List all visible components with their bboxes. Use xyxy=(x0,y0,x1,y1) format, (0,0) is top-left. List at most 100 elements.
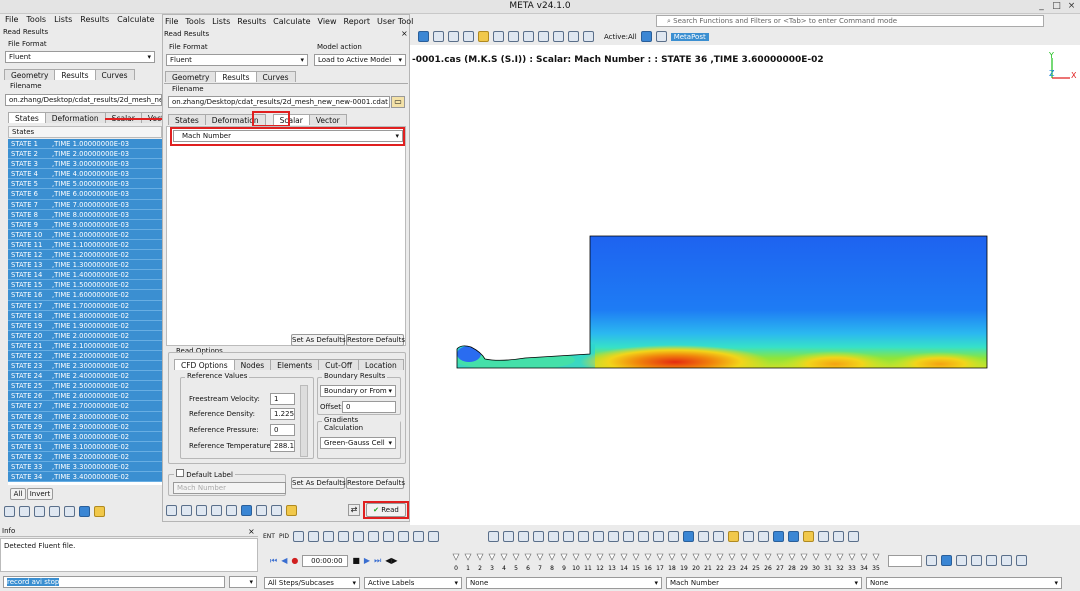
subtab-vector[interactable]: Vector xyxy=(308,114,347,125)
offset-input[interactable]: 0 xyxy=(342,401,396,413)
box-icon[interactable] xyxy=(818,531,829,542)
tb-icon-c[interactable] xyxy=(322,531,334,542)
state-row[interactable]: STATE 2 ,TIME 2.00000000E-03 xyxy=(8,149,162,160)
command-input[interactable]: record avi stop xyxy=(3,576,225,588)
play-icon[interactable]: ▶ xyxy=(364,556,370,565)
state-row[interactable]: STATE 24 ,TIME 2.40000000E-02 xyxy=(8,371,162,382)
vector-select[interactable]: None xyxy=(866,577,1062,589)
tb-icon-g[interactable] xyxy=(382,531,394,542)
p-icon[interactable] xyxy=(926,555,937,566)
state-row[interactable]: STATE 20 ,TIME 2.00000000E-02 xyxy=(8,330,162,341)
tb-icon-e[interactable] xyxy=(352,531,364,542)
option-tab-nodes[interactable]: Nodes xyxy=(233,359,272,370)
tb-icon-d[interactable] xyxy=(337,531,349,542)
fill-icon[interactable] xyxy=(971,555,982,566)
tab-geometry[interactable]: Geometry xyxy=(165,71,217,82)
undo-icon[interactable] xyxy=(1016,555,1027,566)
menu-tools[interactable]: Tools xyxy=(185,17,205,26)
dlg-add-set-icon[interactable] xyxy=(211,505,222,516)
tb-icon-f[interactable] xyxy=(367,531,379,542)
state-row[interactable]: STATE 31 ,TIME 3.10000000E-02 xyxy=(8,441,162,452)
target-icon[interactable] xyxy=(448,31,459,42)
state-row[interactable]: STATE 7 ,TIME 7.00000000E-03 xyxy=(8,199,162,210)
sun-icon[interactable] xyxy=(728,531,739,542)
bg-subtab-deformation[interactable]: Deformation xyxy=(44,112,106,123)
state-row[interactable]: STATE 12 ,TIME 1.20000000E-02 xyxy=(8,250,162,261)
info-close-icon[interactable]: × xyxy=(248,527,255,536)
ref-temperature-input[interactable]: 288.16 xyxy=(270,440,295,452)
menu-file[interactable]: File xyxy=(165,17,178,26)
state-row[interactable]: STATE 9 ,TIME 9.00000000E-03 xyxy=(8,219,162,230)
add-icon[interactable] xyxy=(4,506,15,517)
pid-icon[interactable]: PID xyxy=(279,533,289,540)
copy-icon[interactable] xyxy=(563,531,574,542)
pipette-icon[interactable] xyxy=(956,555,967,566)
option-tab-cfd[interactable]: CFD Options xyxy=(174,359,235,370)
hidden-icon[interactable] xyxy=(668,531,679,542)
bg-menu-results[interactable]: Results xyxy=(80,15,109,27)
bg-menu-tools[interactable]: Tools xyxy=(26,15,46,27)
option-tab-location[interactable]: Location xyxy=(358,359,404,370)
dlg-check-set2-icon[interactable] xyxy=(271,505,282,516)
tb-icon-i[interactable] xyxy=(412,531,424,542)
gradients-select[interactable]: Green-Gauss Cell xyxy=(320,437,396,449)
camera-icon[interactable] xyxy=(568,31,579,42)
close-button[interactable]: × xyxy=(1066,1,1077,12)
tb-icon-j[interactable] xyxy=(427,531,439,542)
grid-icon[interactable] xyxy=(433,31,444,42)
record-icon[interactable]: ● xyxy=(291,556,298,565)
face-icon[interactable] xyxy=(623,531,634,542)
bg-filename-input[interactable]: on.zhang/Desktop/cdat_results/2d_mesh_ne… xyxy=(5,94,162,106)
frame-icon[interactable] xyxy=(548,531,559,542)
dlg-hand-icon[interactable] xyxy=(286,505,297,516)
state-row[interactable]: STATE 33 ,TIME 3.30000000E-02 xyxy=(8,462,162,473)
menu-calculate[interactable]: Calculate xyxy=(273,17,310,26)
wave-icon[interactable] xyxy=(34,506,45,517)
cube2-icon[interactable] xyxy=(698,531,709,542)
mesh-icon[interactable] xyxy=(758,531,769,542)
stop-icon[interactable]: ■ xyxy=(352,556,360,565)
select-mode-icon[interactable] xyxy=(773,531,784,542)
state-row[interactable]: STATE 30 ,TIME 3.00000000E-02 xyxy=(8,431,162,442)
bg-menu-lists[interactable]: Lists xyxy=(54,15,72,27)
dlg-cube-icon[interactable] xyxy=(241,505,252,516)
state-row[interactable]: STATE 1 ,TIME 1.00000000E-03 xyxy=(8,139,162,150)
align-icon[interactable] xyxy=(418,31,429,42)
orbit-icon[interactable] xyxy=(463,31,474,42)
comment-icon[interactable] xyxy=(508,31,519,42)
menu-report[interactable]: Report xyxy=(344,17,371,26)
tab-curves[interactable]: Curves xyxy=(255,71,296,82)
timeline-frames[interactable]: 0 1 2 3 4 5 6 7 8 9 10 11 12 13 14 15 16 17 18 19 20 21 22 23 24… xyxy=(450,552,890,576)
metapost-tab[interactable]: MetaPost xyxy=(670,32,709,41)
bg-tab-geometry[interactable]: Geometry xyxy=(4,69,56,80)
state-row[interactable]: STATE 27 ,TIME 2.70000000E-02 xyxy=(8,401,162,412)
wire-icon[interactable] xyxy=(653,531,664,542)
globe-icon[interactable] xyxy=(638,531,649,542)
cube3-icon[interactable] xyxy=(713,531,724,542)
bg-tab-curves[interactable]: Curves xyxy=(94,69,135,80)
plus-icon[interactable] xyxy=(503,531,514,542)
minus-icon[interactable] xyxy=(518,531,529,542)
boundary-select[interactable]: Boundary or From xyxy=(320,385,396,397)
annotation-icon[interactable] xyxy=(493,31,504,42)
state-row[interactable]: STATE 22 ,TIME 2.20000000E-02 xyxy=(8,350,162,362)
dialog-close-icon[interactable]: × xyxy=(401,29,408,38)
state-row[interactable]: STATE 11 ,TIME 1.10000000E-02 xyxy=(8,239,162,251)
file-format-select[interactable]: Fluent xyxy=(166,54,308,66)
state-row[interactable]: STATE 13 ,TIME 1.30000000E-02 xyxy=(8,260,162,271)
cube-icon[interactable] xyxy=(79,506,90,517)
edit-icon[interactable] xyxy=(986,555,997,566)
minimize-button[interactable]: _ xyxy=(1036,1,1047,12)
iso-icon[interactable] xyxy=(941,555,952,566)
layout-icon[interactable] xyxy=(655,31,667,42)
scalar-bottom-select[interactable]: Mach Number xyxy=(666,577,862,589)
invert-selection-button[interactable]: Invert xyxy=(27,488,53,500)
layers-icon[interactable] xyxy=(848,531,859,542)
model-action-select[interactable]: Load to Active Model xyxy=(314,54,406,66)
merge-icon[interactable] xyxy=(578,531,589,542)
select-all-button[interactable]: All xyxy=(10,488,26,500)
state-row[interactable]: STATE 18 ,TIME 1.80000000E-02 xyxy=(8,310,162,321)
fit-icon[interactable] xyxy=(553,31,564,42)
bg-menu-file[interactable]: File xyxy=(5,15,18,27)
state-row[interactable]: STATE 19 ,TIME 1.90000000E-02 xyxy=(8,320,162,331)
